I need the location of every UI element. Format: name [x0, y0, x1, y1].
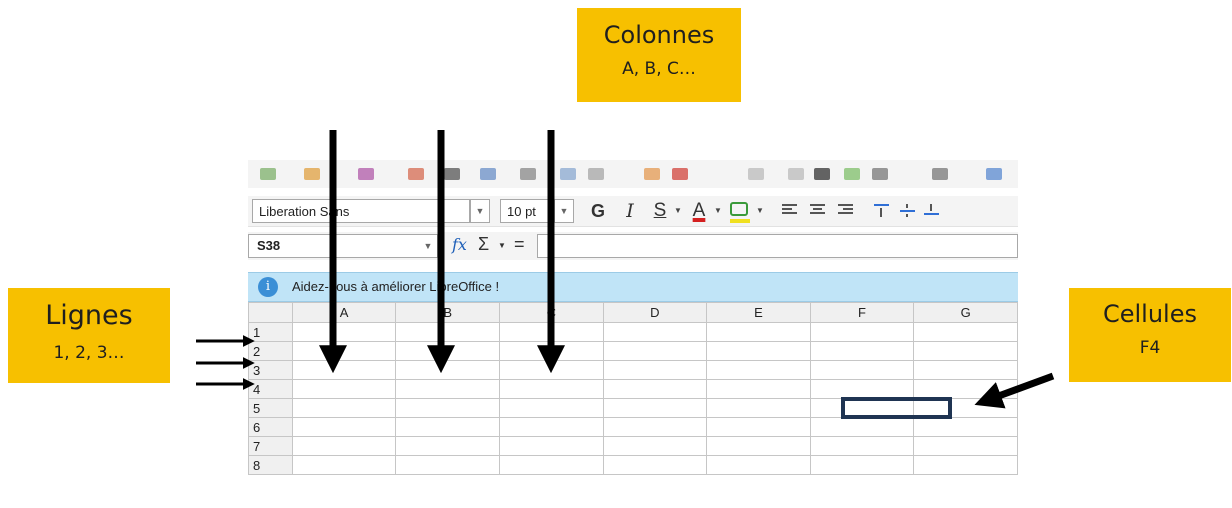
annotation-arrows — [196, 130, 1055, 409]
cell-arrow — [974, 372, 1055, 409]
